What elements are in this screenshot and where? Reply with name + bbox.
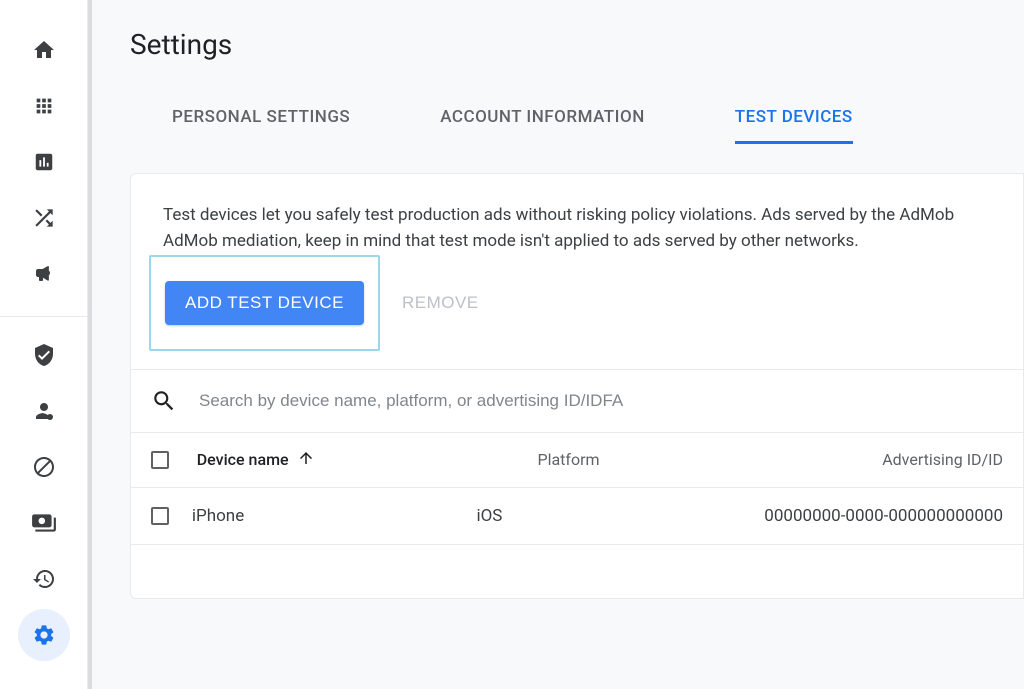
search-icon: [151, 388, 177, 414]
header-advertising-id[interactable]: Advertising ID/ID: [882, 450, 1003, 469]
home-icon: [32, 38, 56, 62]
table-row[interactable]: iPhone iOS 00000000-0000-000000000000: [131, 487, 1023, 544]
sidebar-blocked[interactable]: [18, 441, 70, 493]
history-icon: [32, 567, 56, 591]
sidebar-apps[interactable]: [18, 80, 70, 132]
tab-personal-settings[interactable]: PERSONAL SETTINGS: [172, 93, 350, 144]
user-icon: [32, 399, 56, 423]
tab-test-devices[interactable]: TEST DEVICES: [735, 93, 853, 144]
sidebar-history[interactable]: [18, 553, 70, 605]
search-row: [131, 369, 1023, 432]
table-header: Device name Platform Advertising ID/ID: [131, 432, 1023, 487]
remove-button[interactable]: REMOVE: [386, 281, 495, 325]
sidebar-users[interactable]: [18, 385, 70, 437]
cell-platform: iOS: [476, 506, 746, 526]
chart-icon: [33, 151, 55, 173]
sidebar-mediation[interactable]: [18, 192, 70, 244]
cell-advertising-id: 00000000-0000-000000000000: [764, 506, 1003, 526]
sidebar-home[interactable]: [18, 24, 70, 76]
sidebar-settings[interactable]: [18, 609, 70, 661]
table-footer: [131, 544, 1023, 598]
row-checkbox[interactable]: [151, 507, 169, 525]
gear-icon: [32, 623, 56, 647]
header-device-name-label: Device name: [197, 450, 289, 469]
sidebar-reports[interactable]: [18, 136, 70, 188]
header-device-name[interactable]: Device name: [197, 449, 520, 471]
header-platform[interactable]: Platform: [537, 450, 864, 469]
test-devices-panel: Test devices let you safely test product…: [130, 173, 1024, 599]
sidebar-payments[interactable]: [18, 497, 70, 549]
shield-icon: [32, 343, 56, 367]
search-input[interactable]: [199, 391, 991, 411]
sidebar: [0, 0, 88, 689]
tabs: PERSONAL SETTINGS ACCOUNT INFORMATION TE…: [172, 93, 1024, 145]
apps-grid-icon: [33, 95, 55, 117]
devices-table: Device name Platform Advertising ID/ID i…: [131, 432, 1023, 598]
tab-account-information[interactable]: ACCOUNT INFORMATION: [440, 93, 645, 144]
panel-description: Test devices let you safely test product…: [131, 174, 1023, 255]
megaphone-icon: [32, 262, 56, 286]
page-title: Settings: [130, 28, 1024, 61]
cell-device-name: iPhone: [192, 506, 459, 526]
add-test-device-button[interactable]: ADD TEST DEVICE: [165, 281, 364, 325]
block-icon: [32, 455, 56, 479]
add-device-highlight: ADD TEST DEVICE: [149, 255, 380, 351]
main-content: Settings PERSONAL SETTINGS ACCOUNT INFOR…: [92, 0, 1024, 689]
payments-icon: [31, 510, 57, 536]
sort-ascending-icon: [297, 449, 315, 471]
panel-actions: ADD TEST DEVICE REMOVE: [131, 255, 1023, 369]
sidebar-policy[interactable]: [18, 329, 70, 381]
sidebar-divider: [0, 316, 88, 317]
shuffle-icon: [31, 205, 57, 231]
select-all-checkbox[interactable]: [151, 451, 169, 469]
sidebar-campaigns[interactable]: [18, 248, 70, 300]
